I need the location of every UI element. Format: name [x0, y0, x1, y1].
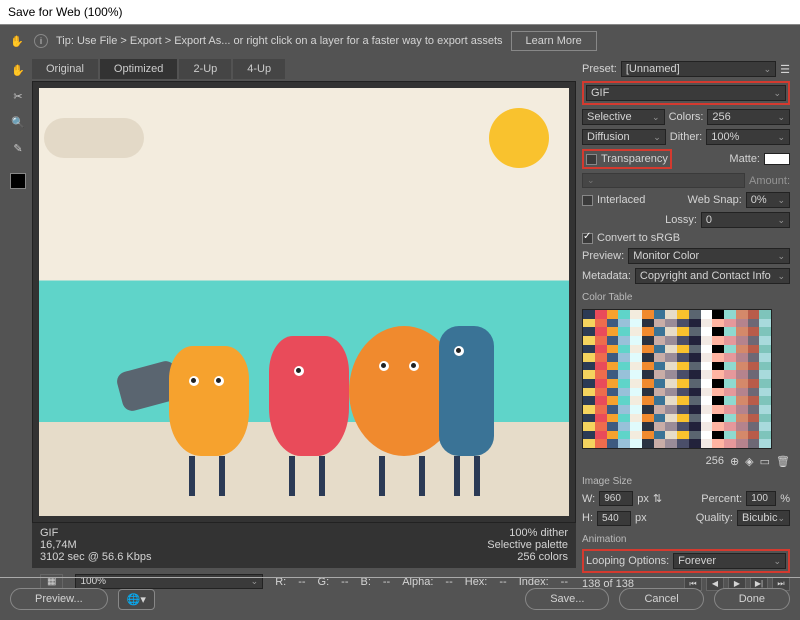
quality-select[interactable]: Bicubic [737, 510, 790, 526]
format-select[interactable]: GIF [586, 85, 786, 101]
cancel-button[interactable]: Cancel [619, 588, 703, 610]
browser-preview-button[interactable]: 🌐▾ [118, 589, 155, 610]
menu-icon[interactable]: ☰ [780, 63, 790, 76]
ct-trash-icon[interactable]: 🗑 [776, 455, 790, 468]
preset-select[interactable]: [Unnamed] [621, 61, 776, 77]
info-size: 16,74M [40, 539, 151, 551]
looping-select[interactable]: Forever [673, 553, 786, 569]
matte-swatch[interactable] [764, 153, 790, 165]
metadata-select[interactable]: Copyright and Contact Info [635, 268, 790, 284]
image-size-title: Image Size [582, 476, 790, 487]
footer: Preview... 🌐▾ Save... Cancel Done [0, 577, 800, 620]
websnap-select[interactable]: 0% [746, 192, 790, 208]
save-button[interactable]: Save... [525, 588, 609, 610]
tab-optimized[interactable]: Optimized [100, 59, 178, 79]
height-input[interactable] [597, 511, 631, 526]
dither-method-select[interactable]: Diffusion [582, 129, 666, 145]
learn-more-button[interactable]: Learn More [511, 31, 597, 51]
interlaced-checkbox[interactable] [582, 195, 593, 206]
colors-select[interactable]: 256 [707, 109, 790, 125]
link-icon[interactable]: ⇅ [653, 492, 662, 505]
info-icon: i [34, 34, 48, 48]
srgb-checkbox[interactable] [582, 233, 593, 244]
transparency-dither-select [582, 173, 745, 188]
view-tabs: Original Optimized 2-Up 4-Up [32, 57, 576, 81]
color-table[interactable] [582, 309, 772, 449]
tab-2up[interactable]: 2-Up [179, 59, 231, 79]
tab-4up[interactable]: 4-Up [233, 59, 285, 79]
preview-canvas[interactable] [32, 81, 576, 523]
foreground-swatch[interactable] [10, 173, 26, 189]
hand-tool-icon[interactable]: ✋ [9, 61, 27, 79]
ct-lock-icon[interactable]: ⊕ [730, 455, 739, 468]
settings-panel: Preset:[Unnamed]☰ GIF SelectiveColors:25… [576, 57, 796, 595]
info-time: 3102 sec @ 56.6 Kbps [40, 551, 151, 563]
ct-map-icon[interactable]: ◈ [745, 455, 753, 468]
preview-select[interactable]: Monitor Color [628, 248, 790, 264]
color-table-title: Color Table [582, 292, 790, 303]
eyedropper-tool-icon[interactable]: ✎ [9, 139, 27, 157]
tip-bar: ✋ i Tip: Use File > Export > Export As..… [0, 25, 800, 57]
width-input[interactable] [599, 491, 633, 506]
slice-tool-icon[interactable]: ✂ [9, 87, 27, 105]
info-colors: 256 colors [487, 551, 568, 563]
tab-original[interactable]: Original [32, 59, 98, 79]
info-format: GIF [40, 527, 151, 539]
tool-strip: ✋ ✂ 🔍 ✎ [4, 57, 32, 595]
window-title: Save for Web (100%) [0, 0, 800, 25]
info-palette: Selective palette [487, 539, 568, 551]
info-dither: 100% dither [487, 527, 568, 539]
ct-new-icon[interactable]: ▭ [760, 455, 770, 468]
preview-info: GIF 16,74M 3102 sec @ 56.6 Kbps 100% dit… [32, 523, 576, 567]
reduction-select[interactable]: Selective [582, 109, 665, 125]
preview-button[interactable]: Preview... [10, 588, 108, 610]
animation-title: Animation [582, 534, 790, 545]
zoom-tool-icon[interactable]: 🔍 [9, 113, 27, 131]
done-button[interactable]: Done [714, 588, 790, 610]
transparency-checkbox[interactable] [586, 154, 597, 165]
tip-text: Tip: Use File > Export > Export As... or… [56, 35, 503, 47]
hand-icon: ✋ [8, 32, 26, 50]
lossy-select[interactable]: 0 [701, 212, 790, 228]
preset-label: Preset: [582, 63, 617, 75]
dither-percent-select[interactable]: 100% [706, 129, 790, 145]
percent-input[interactable] [746, 491, 776, 506]
